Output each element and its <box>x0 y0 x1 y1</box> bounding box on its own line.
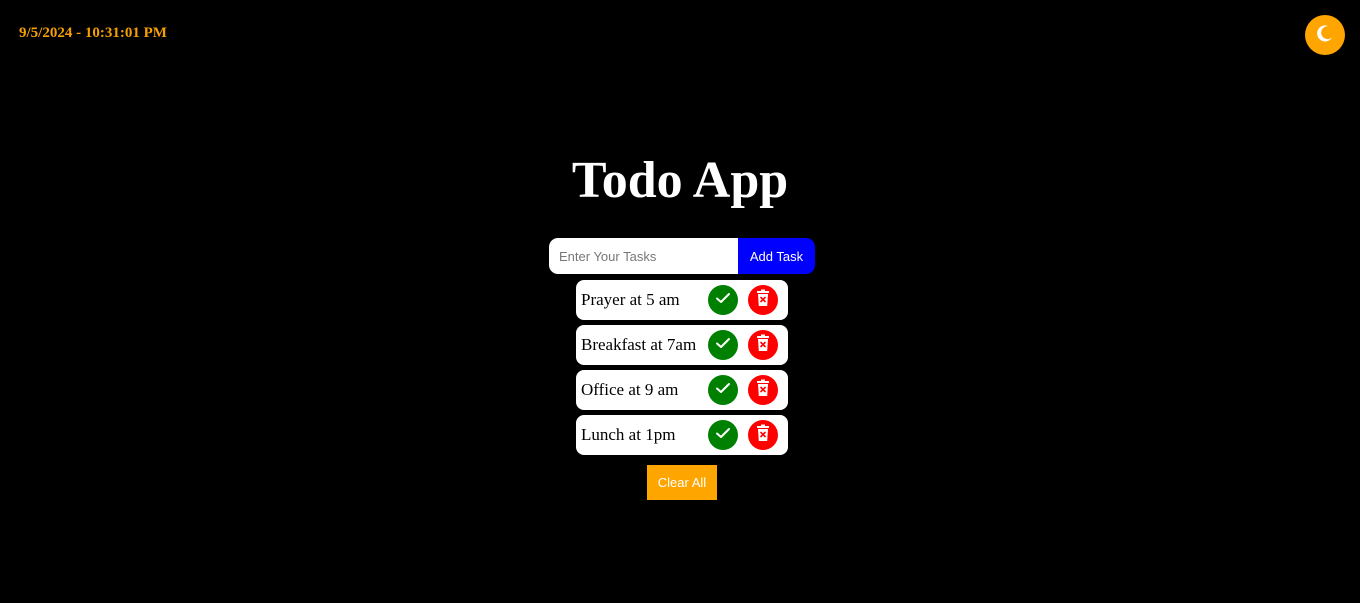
complete-task-button[interactable] <box>708 375 738 405</box>
check-icon <box>714 379 732 402</box>
page: 9/5/2024 - 10:31:01 PM Todo App Add Task… <box>0 0 1360 603</box>
delete-task-button[interactable] <box>748 330 778 360</box>
complete-task-button[interactable] <box>708 420 738 450</box>
task-item: Lunch at 1pm <box>576 415 788 455</box>
clear-all-button[interactable]: Clear All <box>647 465 717 500</box>
complete-task-button[interactable] <box>708 330 738 360</box>
task-item: Office at 9 am <box>576 370 788 410</box>
datetime-display: 9/5/2024 - 10:31:01 PM <box>19 25 167 41</box>
task-item: Breakfast at 7am <box>576 325 788 365</box>
add-task-button[interactable]: Add Task <box>738 238 815 274</box>
moon-icon <box>1315 23 1335 48</box>
trash-icon <box>755 289 771 312</box>
task-input-row: Add Task <box>549 238 815 274</box>
task-list: Prayer at 5 am Breakfast at 7am Office a… <box>576 280 788 460</box>
trash-icon <box>755 334 771 357</box>
task-item: Prayer at 5 am <box>576 280 788 320</box>
check-icon <box>714 289 732 312</box>
trash-icon <box>755 379 771 402</box>
page-title: Todo App <box>571 152 789 209</box>
delete-task-button[interactable] <box>748 420 778 450</box>
delete-task-button[interactable] <box>748 375 778 405</box>
task-text: Lunch at 1pm <box>581 425 676 444</box>
task-text: Breakfast at 7am <box>581 335 697 354</box>
complete-task-button[interactable] <box>708 285 738 315</box>
delete-task-button[interactable] <box>748 285 778 315</box>
task-input[interactable] <box>549 238 738 274</box>
task-text: Prayer at 5 am <box>581 290 680 309</box>
theme-toggle-button[interactable] <box>1305 15 1345 55</box>
check-icon <box>714 334 732 357</box>
check-icon <box>714 424 732 447</box>
task-text: Office at 9 am <box>581 380 679 399</box>
trash-icon <box>755 424 771 447</box>
